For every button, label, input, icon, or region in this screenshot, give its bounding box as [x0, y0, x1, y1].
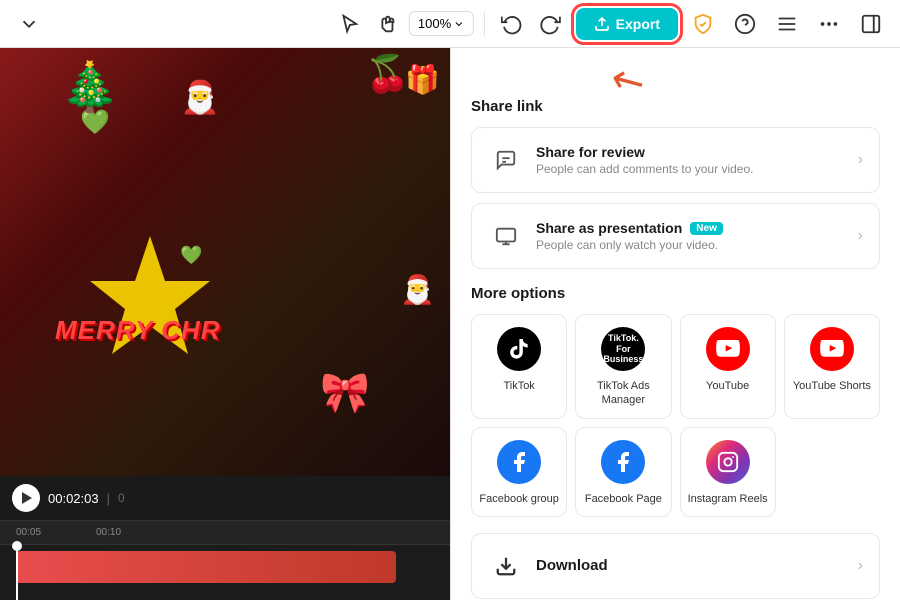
share-link-title: Share link: [471, 98, 880, 115]
merry-text: MERRY CHR: [55, 315, 221, 346]
export-dropdown-panel: ↖ Share link Share for review People can…: [450, 48, 900, 600]
timeline-track[interactable]: [0, 545, 450, 600]
tiktok-label: TikTok: [503, 379, 534, 393]
ruler-marks: 00:05 00:10: [16, 527, 176, 538]
share-for-review-icon: [488, 142, 524, 178]
social-item-facebook-page[interactable]: Facebook Page: [575, 427, 671, 517]
download-icon: [488, 548, 524, 584]
hand-decor: 🎀: [320, 369, 370, 416]
share-link-section: Share link Share for review People can a…: [471, 98, 880, 279]
playback-separator: |: [107, 491, 110, 506]
playback-marker: 0: [118, 491, 125, 505]
facebook-page-label: Facebook Page: [585, 492, 662, 506]
share-for-review-option[interactable]: Share for review People can add comments…: [471, 127, 880, 193]
candy-decor: 🎄: [60, 58, 120, 115]
social-grid: TikTok TikTok.ForBusiness TikTok Ads Man…: [471, 314, 880, 517]
berries-decor: 🍒: [365, 53, 410, 95]
more-options-section: More options TikTok TikTok.ForBusiness: [471, 279, 880, 529]
youtube-icon: [706, 327, 750, 371]
toolbar-right: Export: [576, 7, 888, 41]
heart-emoji-1: 💚: [80, 108, 110, 137]
divider: [484, 12, 485, 36]
santa-decor-2: 🎅: [400, 273, 435, 306]
decor-overlay: 💚 🎄 🍒 🎅 🎁 🎅 MERRY CHR 💚: [0, 48, 450, 476]
tiktok-ads-icon: TikTok.ForBusiness: [601, 327, 645, 371]
tiktok-icon: [497, 327, 541, 371]
social-item-tiktok-ads[interactable]: TikTok.ForBusiness TikTok Ads Manager: [575, 314, 671, 419]
share-as-presentation-option[interactable]: Share as presentation New People can onl…: [471, 203, 880, 269]
more-options-button[interactable]: [812, 7, 846, 41]
share-as-presentation-title: Share as presentation New: [536, 220, 858, 236]
more-options-title: More options: [471, 285, 880, 302]
zoom-chevron-icon: [453, 18, 465, 30]
instagram-reels-icon: [706, 440, 750, 484]
pointer-tool-button[interactable]: [333, 7, 367, 41]
playback-bar: 00:02:03 | 0: [0, 476, 450, 520]
timestamp: 00:02:03: [48, 491, 99, 506]
new-badge: New: [690, 222, 723, 235]
canvas-area: 💚 🎄 🍒 🎅 🎁 🎅 MERRY CHR 💚: [0, 48, 450, 600]
timeline-ruler: 00:05 00:10: [0, 521, 450, 545]
help-button[interactable]: [728, 7, 762, 41]
play-icon: [22, 492, 32, 504]
youtube-shorts-icon: [810, 327, 854, 371]
side-panel-button[interactable]: [854, 7, 888, 41]
instagram-reels-label: Instagram Reels: [688, 492, 768, 506]
santa-decor-1: 🎅: [180, 78, 220, 116]
share-as-presentation-icon: [488, 218, 524, 254]
shield-check-button[interactable]: [686, 7, 720, 41]
share-for-review-text: Share for review People can add comments…: [536, 144, 858, 176]
share-as-presentation-desc: People can only watch your video.: [536, 238, 858, 252]
star-burst: [80, 236, 220, 356]
tiktok-ads-label: TikTok Ads Manager: [582, 379, 664, 408]
youtube-label: YouTube: [706, 379, 749, 393]
social-item-facebook-group[interactable]: Facebook group: [471, 427, 567, 517]
facebook-group-icon: [497, 440, 541, 484]
download-label: Download: [536, 557, 858, 574]
video-preview: 💚 🎄 🍒 🎅 🎁 🎅 MERRY CHR 💚: [0, 48, 450, 476]
social-item-youtube[interactable]: YouTube: [680, 314, 776, 419]
share-for-review-desc: People can add comments to your video.: [536, 162, 858, 176]
zoom-level: 100%: [418, 16, 451, 31]
timeline: 00:05 00:10: [0, 520, 450, 600]
social-item-instagram-reels[interactable]: Instagram Reels: [680, 427, 776, 517]
ornament-decor: 🎁: [405, 63, 440, 96]
ruler-mark-1: 00:05: [16, 527, 96, 538]
export-label: Export: [616, 16, 660, 32]
toolbar-center: 100%: [333, 7, 567, 41]
presentation-title-text: Share as presentation: [536, 220, 682, 236]
main-area: 💚 🎄 🍒 🎅 🎁 🎅 MERRY CHR 💚: [0, 48, 900, 600]
download-chevron-icon: ›: [858, 557, 863, 575]
redo-button[interactable]: [533, 7, 567, 41]
layout-button[interactable]: [770, 7, 804, 41]
timeline-needle: [16, 545, 18, 600]
export-button[interactable]: Export: [576, 8, 678, 40]
video-background: 💚 🎄 🍒 🎅 🎁 🎅 MERRY CHR 💚: [0, 48, 450, 476]
ruler-mark-2: 00:10: [96, 527, 176, 538]
facebook-page-icon: [601, 440, 645, 484]
toolbar: 100% Export: [0, 0, 900, 48]
undo-button[interactable]: [495, 7, 529, 41]
timeline-clip[interactable]: [16, 551, 396, 583]
menu-chevron-button[interactable]: [12, 7, 46, 41]
heart-emoji-2: 💚: [180, 245, 202, 266]
social-item-youtube-shorts[interactable]: YouTube Shorts: [784, 314, 880, 419]
facebook-group-label: Facebook group: [479, 492, 559, 506]
share-as-presentation-chevron-icon: ›: [858, 227, 863, 245]
share-for-review-title: Share for review: [536, 144, 858, 160]
play-button[interactable]: [12, 484, 40, 512]
youtube-shorts-label: YouTube Shorts: [793, 379, 871, 393]
share-as-presentation-text: Share as presentation New People can onl…: [536, 220, 858, 252]
download-section[interactable]: Download ›: [471, 533, 880, 599]
zoom-control[interactable]: 100%: [409, 11, 474, 36]
export-icon: [594, 16, 610, 32]
social-item-tiktok[interactable]: TikTok: [471, 314, 567, 419]
share-for-review-chevron-icon: ›: [858, 151, 863, 169]
hand-tool-button[interactable]: [371, 7, 405, 41]
